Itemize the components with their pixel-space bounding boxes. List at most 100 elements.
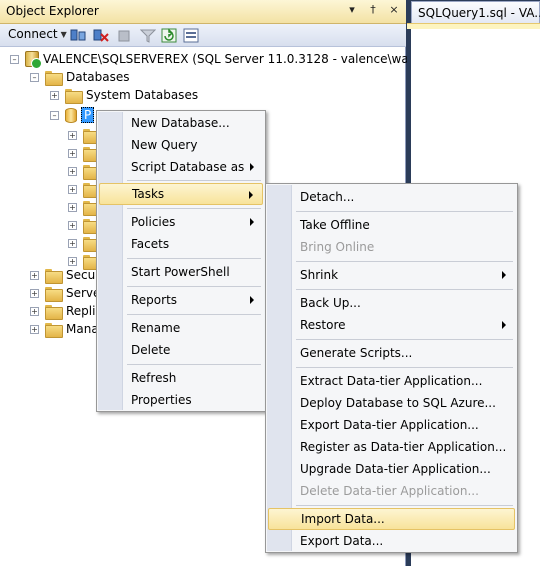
menu-item-new-query[interactable]: New Query [99,134,263,156]
menu-item-rename[interactable]: Rename [99,317,263,339]
expand-icon[interactable]: + [30,288,39,298]
expand-icon[interactable]: + [68,202,77,212]
menu-item-new-database[interactable]: New Database... [99,112,263,134]
menu-item-label: Upgrade Data-tier Application... [300,462,491,476]
query-tab[interactable]: SQLQuery1.sql - VA...ale [411,1,540,23]
disconnect-icon[interactable] [93,28,109,43]
menu-separator [127,208,261,209]
menu-separator [127,258,261,259]
expand-icon[interactable]: + [68,220,77,230]
close-panel-icon[interactable]: × [388,3,400,16]
menu-item-generate-scripts[interactable]: Generate Scripts... [268,342,515,364]
menu-item-label: Shrink [300,268,339,282]
database-icon [65,107,77,123]
menu-item-take-offline[interactable]: Take Offline [268,214,515,236]
menu-item-properties[interactable]: Properties [99,389,263,411]
menu-item-delete[interactable]: Delete [99,339,263,361]
menu-separator [127,314,261,315]
menu-item-bring-online: Bring Online [268,236,515,258]
tasks-submenu: Detach... Take Offline Bring Online Shrink B… [265,183,518,553]
expand-icon[interactable]: + [30,324,39,334]
panel-title: Object Explorer [6,4,99,18]
tree-node-system-databases[interactable]: + System Databases [50,84,198,106]
menu-separator [296,339,513,340]
menu-item-label: Delete Data-tier Application... [300,484,479,498]
collapse-icon[interactable]: – [50,110,59,120]
collapse-icon[interactable]: – [10,54,19,64]
menu-item-label: Facets [131,237,170,251]
expand-icon[interactable]: + [30,306,39,316]
menu-item-label: Back Up... [300,296,361,310]
menu-item-back-up[interactable]: Back Up... [268,292,515,314]
menu-item-label: New Database... [131,116,230,130]
submenu-arrow-icon [502,271,506,279]
stop-icon[interactable] [116,28,132,43]
submenu-arrow-icon [249,191,253,199]
menu-item-restore[interactable]: Restore [268,314,515,336]
menu-item-label: New Query [131,138,198,152]
menu-separator [296,211,513,212]
folder-icon [65,88,83,104]
menu-item-tasks[interactable]: Tasks [99,183,263,205]
menu-item-facets[interactable]: Facets [99,233,263,255]
menu-item-label: Script Database as [131,160,245,174]
menu-item-refresh[interactable]: Refresh [99,367,263,389]
expand-icon[interactable]: + [68,148,77,158]
menu-item-label: Reports [131,293,178,307]
menu-item-delete-data-tier-application: Delete Data-tier Application... [268,480,515,502]
menu-item-label: Export Data-tier Application... [300,418,479,432]
tree-node-selected-database[interactable]: – P [50,104,95,126]
menu-item-label: Restore [300,318,346,332]
collapse-icon[interactable]: – [30,72,39,82]
system-databases-label: System Databases [86,88,199,102]
expand-icon[interactable]: + [68,238,77,248]
auto-hide-pin-icon[interactable]: † [367,3,379,16]
expand-icon[interactable]: + [68,166,77,176]
menu-item-label: Take Offline [300,218,370,232]
menu-item-script-database-as[interactable]: Script Database as [99,156,263,178]
databases-label: Databases [66,70,130,84]
menu-item-label: Export Data... [300,534,384,548]
menu-item-detach[interactable]: Detach... [268,186,515,208]
submenu-arrow-icon [250,218,254,226]
menu-item-label: Register as Data-tier Application... [300,440,507,454]
selected-database-label: P [81,107,95,123]
menu-item-label: Policies [131,215,176,229]
connect-object-explorer-icon[interactable] [70,28,86,43]
window-position-dropdown-icon[interactable]: ▾ [346,3,358,16]
menu-item-upgrade-data-tier-application[interactable]: Upgrade Data-tier Application... [268,458,515,480]
connect-button[interactable]: Connect ▼ [8,27,67,41]
expand-icon[interactable]: + [68,130,77,140]
menu-separator [127,364,261,365]
ssms-window: Object Explorer ▾ † × Connect ▼ – VALENC… [0,0,540,566]
menu-item-label: Deploy Database to SQL Azure... [300,396,496,410]
query-tab-label: SQLQuery1.sql - VA...ale [418,6,540,20]
filter-icon[interactable] [140,28,156,43]
submenu-arrow-icon [502,321,506,329]
menu-item-reports[interactable]: Reports [99,289,263,311]
expand-icon[interactable]: + [50,90,59,100]
server-connected-icon [25,51,42,69]
menu-item-label: Delete [131,343,171,357]
summary-icon[interactable] [183,28,199,43]
refresh-icon[interactable] [161,28,177,43]
menu-item-import-data[interactable]: Import Data... [268,508,515,530]
menu-item-register-as-data-tier-application[interactable]: Register as Data-tier Application... [268,436,515,458]
server-label: VALENCE\SQLSERVEREX (SQL Server 11.0.312… [43,52,436,66]
chevron-down-icon: ▼ [60,29,67,39]
menu-item-policies[interactable]: Policies [99,211,263,233]
menu-item-deploy-database-to-sql-azure[interactable]: Deploy Database to SQL Azure... [268,392,515,414]
tree-node-management[interactable]: + Mana [30,318,99,340]
object-explorer-toolbar: Connect ▼ [0,24,406,47]
menu-item-start-powershell[interactable]: Start PowerShell [99,261,263,283]
menu-item-label: Properties [131,393,192,407]
menu-item-shrink[interactable]: Shrink [268,264,515,286]
expand-icon[interactable]: + [68,184,77,194]
menu-item-export-data[interactable]: Export Data... [268,530,515,552]
expand-icon[interactable]: + [30,270,39,280]
menu-item-label: Tasks [132,187,165,201]
menu-separator [127,286,261,287]
connect-label: Connect [8,27,58,41]
menu-item-export-data-tier-application[interactable]: Export Data-tier Application... [268,414,515,436]
menu-item-extract-data-tier-application[interactable]: Extract Data-tier Application... [268,370,515,392]
